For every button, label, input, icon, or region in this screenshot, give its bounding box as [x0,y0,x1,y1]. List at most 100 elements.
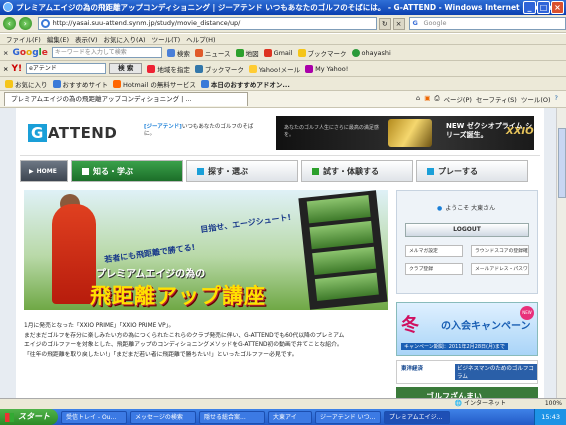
stop-button[interactable]: × [392,17,405,30]
task-item[interactable]: 隠せる総合案... [199,410,265,424]
fav-item-suggested[interactable]: おすすめサイト [52,79,108,89]
club-register-button[interactable]: クラブ登録 [405,263,463,275]
yahoo-search-input[interactable]: eアテンド [26,63,107,74]
nav-try[interactable]: 試す・体験する [301,160,413,182]
yahoo-search-button[interactable]: 検 索 [109,63,143,74]
zoom-level[interactable]: 100% [545,399,562,409]
nav-play[interactable]: プレーする [416,160,528,182]
web-search-input[interactable]: G Google [408,17,566,30]
toyokeizai-banner[interactable]: 東洋経済 ビジネスマンのためのゴルフコラム [396,360,538,384]
site-tagline: [ジーアテンド]いつもあなたのゴルフのそばに。 [144,124,254,137]
gmail-button[interactable]: Gmail [263,48,293,57]
menu-favorites[interactable]: お気に入り(A) [104,34,146,44]
menu-file[interactable]: ファイル(F) [6,34,41,44]
welcome-text: ● ようこそ 大東さん [437,205,496,212]
tab-bar: プレミアムエイジの為の飛距離アップコンディショニング | ... ⌂ ▣ ⎙ ペ… [0,91,566,108]
close-yahoo-toolbar-icon[interactable]: × [3,65,8,73]
maximize-button[interactable]: □ [537,1,550,14]
my-yahoo-button[interactable]: My Yahoo! [305,64,348,73]
safety-menu[interactable]: セーフティ(S) [476,94,517,104]
tools-menu[interactable]: ツール(O) [521,94,551,104]
task-item[interactable]: 受信トレイ - Ou... [61,410,127,424]
account-change-button[interactable]: メールアドレス・パスワード変更 [471,263,529,275]
favorites-button[interactable]: お気に入り [5,79,48,89]
yahoo-mail-button[interactable]: Yahoo!メール [248,64,300,74]
close-button[interactable]: × [551,1,564,14]
task-item[interactable]: ジーアテンド いつ... [315,410,381,424]
y-icon [305,64,314,73]
menu-help[interactable]: ヘルプ(H) [186,34,215,44]
hero-slogan-2: 目指せ、エージシュート! [199,212,292,235]
pin-icon [147,64,156,73]
minimize-button[interactable]: _ [523,1,536,14]
user-icon [351,48,360,57]
favorites-bar: お気に入り おすすめサイト Hotmail の無料サービス 本日のおすすめアドオ… [0,77,566,91]
google-search-input[interactable]: キーワードを入力して検索 [51,47,162,58]
member-box: ● ようこそ 大東さん LOGOUT メルマガ設定 ラウンドスコアの登録確認 クラ… [396,190,538,294]
fav-item-addons[interactable]: 本日のおすすめアドオン... [200,79,290,89]
yahoo-logo: Y! [11,63,23,74]
help-icon[interactable]: ? [555,94,558,104]
vertical-scrollbar[interactable] [556,108,566,398]
nav-bullet-icon [312,167,319,175]
nav-learn[interactable]: 知る・学ぶ [71,160,183,182]
command-bar: ⌂ ▣ ⎙ ページ(P) セーフティ(S) ツール(O) ? [416,94,566,104]
yahoo-bookmark-button[interactable]: ブックマーク [194,64,244,74]
score-button[interactable]: ラウンドスコアの登録確認 [471,245,529,257]
print-icon[interactable]: ⎙ [434,94,439,104]
task-item[interactable]: メッセージの検索 [130,410,196,424]
logout-button[interactable]: LOGOUT [405,223,529,237]
newsletter-button[interactable]: メルマガ設定 [405,245,463,257]
account-button[interactable]: ohayashi [351,48,391,57]
nav-bullet-icon [427,167,434,175]
security-zone: 🌐 インターネット [454,400,506,407]
menu-bar: ファイル(F) 編集(E) 表示(V) お気に入り(A) ツール(T) ヘルプ(… [0,34,566,45]
favorites-star-icon [5,79,13,88]
page-icon [40,19,50,28]
start-button[interactable]: スタート [0,409,58,425]
nav-select[interactable]: 探す・選ぶ [186,160,298,182]
task-item[interactable]: 大東アイ [268,410,312,424]
home-icon[interactable]: ⌂ [416,94,420,104]
menu-view[interactable]: 表示(V) [75,34,98,44]
status-bar: 🌐 インターネット 100% [0,398,566,409]
nav-home[interactable]: ▶ HOME [20,160,68,182]
star-icon [297,48,306,57]
forward-button[interactable]: › [18,17,32,30]
ie-icon [3,2,13,12]
xxio-banner[interactable]: あなたのゴルフ人生にさらに最高の満足感を。 NEW ゼクシオプライム シリーズ誕… [276,116,534,150]
maps-button[interactable]: 地図 [235,48,259,58]
new-badge: NEW [520,306,534,320]
google-logo: Google [12,47,48,58]
golf-zanmai-banner[interactable]: ゴルフざんまい [396,387,538,398]
scroll-thumb[interactable] [558,128,566,198]
site-logo[interactable]: G ATTEND [28,124,117,142]
hero-banner[interactable]: 若者にも飛距離で勝てる! 目指せ、エージシュート! プレミアムエイジの為の 飛距… [24,190,388,310]
web-search-placeholder: Google [423,19,447,27]
news-button[interactable]: ニュース [194,48,231,58]
refresh-button[interactable]: ↻ [378,17,391,30]
window-controls: _ □ × [523,1,564,14]
news-icon [194,48,203,57]
menu-edit[interactable]: 編集(E) [47,34,69,44]
campaign-banner[interactable]: 冬 の入会キャンペーン キャンペーン期間：2011年2月28日(月)まで NEW [396,302,538,356]
fav-item-hotmail[interactable]: Hotmail の無料サービス [113,79,196,89]
bookmark-button[interactable]: ブックマーク [297,48,347,58]
feeds-icon[interactable]: ▣ [424,94,430,104]
url-input[interactable]: http://yasai.suu-attend.synm.jp/study/mo… [37,17,377,30]
menu-tools[interactable]: ツール(T) [152,34,181,44]
site-header: G ATTEND [ジーアテンド]いつもあなたのゴルフのそばに。 あなたのゴルフ人… [20,112,540,156]
window-titlebar: プレミアムエイジの為の飛距離アップコンディショニング | ジーアテンド いつもあ… [0,0,566,15]
region-button[interactable]: 地域を指定 [147,64,190,74]
nav-bullet-icon [82,167,89,175]
tab-current[interactable]: プレミアムエイジの為の飛距離アップコンディショニング | ... [4,92,248,106]
back-button[interactable]: ‹ [3,17,16,30]
sidebar: ● ようこそ 大東さん LOGOUT メルマガ設定 ラウンドスコアの登録確認 クラ… [396,190,538,398]
global-nav: ▶ HOME 知る・学ぶ 探す・選ぶ 試す・体験する プレーする [20,160,540,182]
task-item-active[interactable]: プレミアムエイジ... [384,410,450,424]
clock[interactable]: 15:43 [541,413,560,421]
google-search-button[interactable]: 検索 [166,48,190,58]
page-menu[interactable]: ページ(P) [444,94,472,104]
taskbar: スタート 受信トレイ - Ou... メッセージの検索 隠せる総合案... 大東… [0,409,566,425]
close-toolbar-icon[interactable]: × [3,49,8,57]
